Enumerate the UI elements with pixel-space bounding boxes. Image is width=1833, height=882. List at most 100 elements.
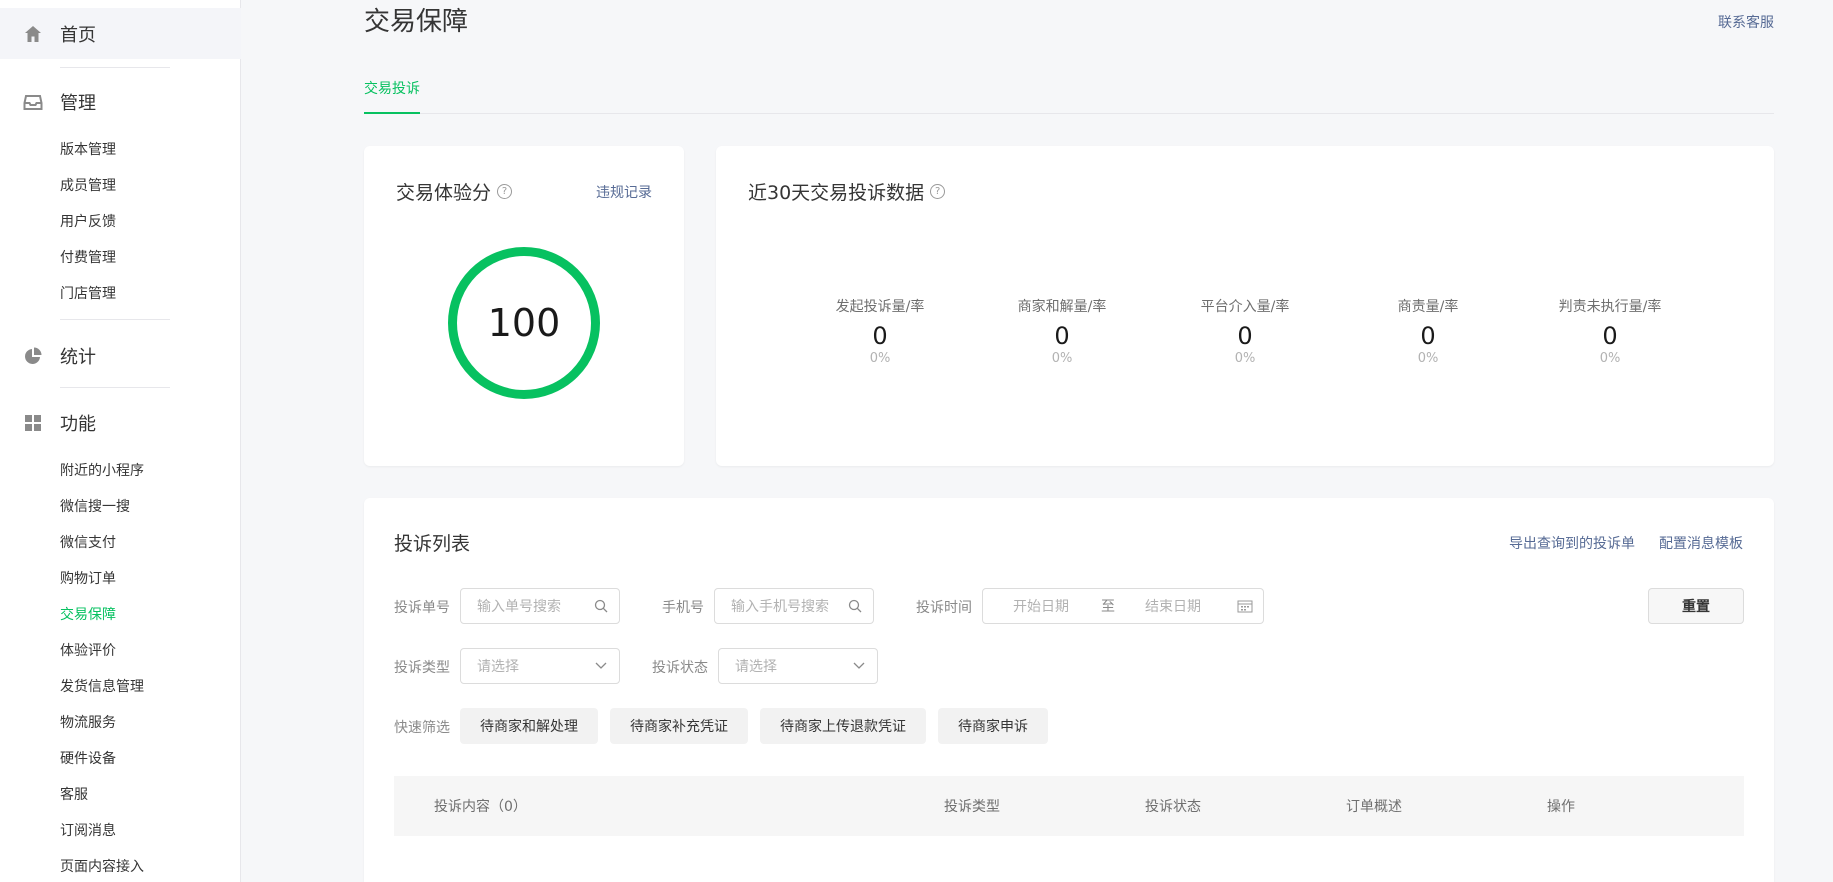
sidebar-item-search[interactable]: 微信搜一搜 bbox=[60, 497, 130, 517]
stats-card-title-text: 近30天交易投诉数据 bbox=[748, 182, 925, 204]
contact-link[interactable]: 联系客服 bbox=[1718, 12, 1774, 32]
stat-pct: 0% bbox=[869, 351, 891, 366]
export-link[interactable]: 导出查询到的投诉单 bbox=[1509, 533, 1635, 553]
column-actions: 操作 bbox=[1547, 799, 1575, 815]
score-card-title-text: 交易体验分 bbox=[396, 182, 492, 204]
divider bbox=[60, 387, 170, 388]
divider bbox=[60, 67, 170, 68]
sidebar-item-label: 首页 bbox=[60, 24, 96, 46]
sidebar-item-logistics[interactable]: 物流服务 bbox=[60, 713, 116, 733]
violation-record-link[interactable]: 违规记录 bbox=[596, 182, 652, 202]
sidebar-item-hardware[interactable]: 硬件设备 bbox=[60, 749, 116, 769]
phone-label: 手机号 bbox=[662, 600, 704, 616]
stat-label: 判责未执行量/率 bbox=[1558, 299, 1662, 315]
help-icon[interactable]: ? bbox=[930, 184, 946, 199]
stat-label: 商家和解量/率 bbox=[1017, 299, 1107, 315]
score-card-title: 交易体验分 ? bbox=[396, 178, 513, 205]
sidebar-item-subscribe[interactable]: 订阅消息 bbox=[60, 821, 116, 841]
column-type: 投诉类型 bbox=[944, 799, 1000, 815]
order-number-input[interactable]: 输入单号搜索 bbox=[460, 588, 620, 624]
quick-filter-refund-proof[interactable]: 待商家上传退款凭证 bbox=[760, 708, 926, 744]
order-number-label: 投诉单号 bbox=[394, 600, 450, 616]
stat-initiated: 发起投诉量/率 0 0% bbox=[800, 296, 960, 366]
stat-label: 发起投诉量/率 bbox=[835, 299, 925, 315]
sidebar-item-content[interactable]: 页面内容接入 bbox=[60, 857, 144, 877]
sidebar-item-version[interactable]: 版本管理 bbox=[60, 140, 116, 160]
stat-pct: 0% bbox=[1417, 351, 1439, 366]
quick-filter-label: 快速筛选 bbox=[394, 720, 450, 736]
quick-filter-settle[interactable]: 待商家和解处理 bbox=[460, 708, 598, 744]
sidebar-item-members[interactable]: 成员管理 bbox=[60, 176, 116, 196]
phone-input[interactable]: 输入手机号搜索 bbox=[714, 588, 874, 624]
stat-count: 0 bbox=[1054, 322, 1070, 350]
search-icon bbox=[593, 598, 609, 614]
stat-platform: 平台介入量/率 0 0% bbox=[1165, 296, 1325, 366]
sidebar-item-shipping[interactable]: 发货信息管理 bbox=[60, 677, 144, 697]
help-icon[interactable]: ? bbox=[497, 184, 513, 199]
stat-count: 0 bbox=[1237, 322, 1253, 350]
stat-label: 平台介入量/率 bbox=[1200, 299, 1290, 315]
quick-filter-evidence[interactable]: 待商家补充凭证 bbox=[610, 708, 748, 744]
grid-icon bbox=[22, 412, 44, 434]
home-icon bbox=[22, 23, 44, 45]
sidebar: 首页 管理 版本管理 成员管理 用户反馈 付费管理 门店管理 统计 功能 附近的… bbox=[0, 0, 241, 882]
quick-filter-appeal[interactable]: 待商家申诉 bbox=[938, 708, 1048, 744]
complaint-time-label: 投诉时间 bbox=[916, 600, 972, 616]
sidebar-item-home[interactable]: 首页 bbox=[0, 8, 241, 59]
sidebar-item-feedback[interactable]: 用户反馈 bbox=[60, 212, 116, 232]
stat-label: 商责量/率 bbox=[1397, 299, 1459, 315]
stats-card-title: 近30天交易投诉数据 ? bbox=[748, 178, 946, 205]
complaint-type-label: 投诉类型 bbox=[394, 660, 450, 676]
stat-settled: 商家和解量/率 0 0% bbox=[982, 296, 1142, 366]
start-date[interactable]: 开始日期 bbox=[1013, 596, 1069, 616]
placeholder: 请选择 bbox=[477, 659, 519, 675]
calendar-icon bbox=[1237, 598, 1253, 614]
stat-merchant-fault: 商责量/率 0 0% bbox=[1348, 296, 1508, 366]
chevron-down-icon bbox=[851, 658, 867, 674]
column-status: 投诉状态 bbox=[1145, 799, 1201, 815]
config-template-link[interactable]: 配置消息模板 bbox=[1659, 533, 1743, 553]
range-separator: 至 bbox=[1101, 599, 1115, 615]
sidebar-item-stats[interactable]: 统计 bbox=[0, 330, 241, 381]
reset-button[interactable]: 重置 bbox=[1648, 588, 1744, 624]
sidebar-item-stores[interactable]: 门店管理 bbox=[60, 284, 116, 304]
score-card: 交易体验分 ? 违规记录 100 bbox=[364, 146, 684, 466]
placeholder: 请选择 bbox=[735, 659, 777, 675]
complaint-list-card: 投诉列表 导出查询到的投诉单 配置消息模板 投诉单号 输入单号搜索 手机号 输入… bbox=[364, 498, 1774, 882]
sidebar-item-review[interactable]: 体验评价 bbox=[60, 641, 116, 661]
sidebar-item-trade-guarantee[interactable]: 交易保障 bbox=[60, 605, 116, 625]
stat-count: 0 bbox=[1420, 322, 1436, 350]
sidebar-item-func[interactable]: 功能 bbox=[0, 397, 241, 448]
table-header: 投诉内容（0） 投诉类型 投诉状态 订单概述 操作 bbox=[394, 776, 1744, 836]
placeholder: 输入单号搜索 bbox=[477, 599, 561, 615]
divider bbox=[60, 319, 170, 320]
column-content: 投诉内容（0） bbox=[434, 799, 527, 815]
complaint-status-select[interactable]: 请选择 bbox=[718, 648, 878, 684]
stat-count: 0 bbox=[1602, 322, 1618, 350]
placeholder: 输入手机号搜索 bbox=[731, 599, 829, 615]
complaint-status-label: 投诉状态 bbox=[652, 660, 708, 676]
sidebar-item-orders[interactable]: 购物订单 bbox=[60, 569, 116, 589]
sidebar-item-payment[interactable]: 付费管理 bbox=[60, 248, 116, 268]
tabs-bar: 交易投诉 bbox=[364, 70, 1774, 114]
tab-trade-complaint[interactable]: 交易投诉 bbox=[364, 78, 420, 114]
complaint-type-select[interactable]: 请选择 bbox=[460, 648, 620, 684]
stat-pct: 0% bbox=[1051, 351, 1073, 366]
sidebar-item-label: 功能 bbox=[60, 413, 96, 435]
sidebar-item-service[interactable]: 客服 bbox=[60, 785, 88, 805]
stats-card: 近30天交易投诉数据 ? 发起投诉量/率 0 0% 商家和解量/率 0 0% 平… bbox=[716, 146, 1774, 466]
sidebar-item-label: 管理 bbox=[60, 92, 96, 114]
sidebar-item-nearby[interactable]: 附近的小程序 bbox=[60, 461, 144, 481]
page-title: 交易保障 bbox=[364, 7, 469, 37]
sidebar-item-label: 统计 bbox=[60, 346, 96, 368]
sidebar-item-pay[interactable]: 微信支付 bbox=[60, 533, 116, 553]
date-range-picker[interactable]: 开始日期 至 结束日期 bbox=[982, 588, 1264, 624]
stat-unexecuted: 判责未执行量/率 0 0% bbox=[1530, 296, 1690, 366]
inbox-icon bbox=[22, 91, 44, 113]
score-value: 100 bbox=[487, 301, 561, 345]
end-date[interactable]: 结束日期 bbox=[1145, 596, 1201, 616]
pie-chart-icon bbox=[22, 345, 44, 367]
sidebar-item-manage[interactable]: 管理 bbox=[0, 76, 241, 127]
stat-pct: 0% bbox=[1599, 351, 1621, 366]
stat-pct: 0% bbox=[1234, 351, 1256, 366]
